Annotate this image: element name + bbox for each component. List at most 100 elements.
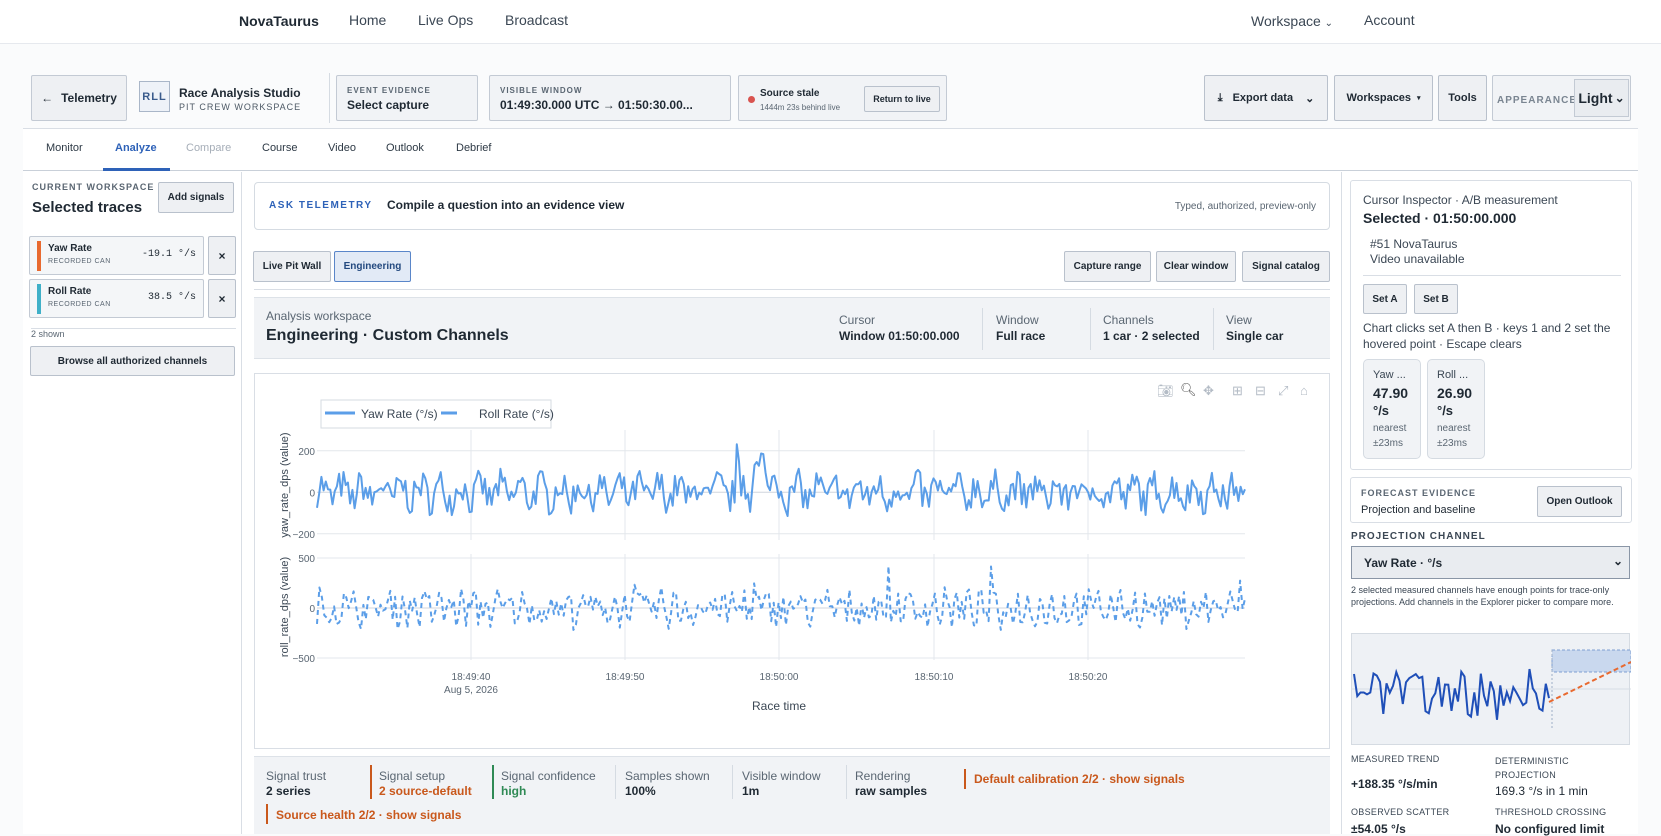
signal-catalog-button[interactable]: Signal catalog	[1242, 251, 1330, 282]
visible-window-label: VISIBLE WINDOW	[500, 86, 583, 95]
live-pit-wall-button[interactable]: Live Pit Wall	[253, 251, 331, 282]
download-icon: ⤓	[1217, 91, 1223, 104]
export-data-button[interactable]: ⤓ Export data ⌄	[1204, 75, 1328, 121]
default-calibration-link[interactable]: Default calibration 2/2 · show signals	[974, 772, 1185, 786]
divider	[254, 289, 1330, 290]
appearance-select[interactable]: Light ⌄	[1574, 79, 1629, 117]
measurement-value: 26.90	[1437, 385, 1473, 401]
workspace-header: Analysis workspace Engineering · Custom …	[254, 297, 1330, 359]
zoom-out-icon[interactable]: ⊟	[1255, 383, 1266, 398]
projection-band	[1551, 649, 1632, 673]
event-evidence-picker[interactable]: EVENT EVIDENCE Select capture	[336, 75, 478, 121]
tab-monitor[interactable]: Monitor	[46, 142, 83, 154]
divider	[846, 765, 847, 799]
x-axis-label: Race time	[752, 699, 806, 713]
tools-button[interactable]: Tools	[1438, 75, 1487, 121]
signal-setup-value[interactable]: 2 source-default	[379, 784, 472, 798]
camera-icon[interactable]: 📷︎	[1157, 383, 1174, 398]
home-icon[interactable]: ⌂	[1300, 383, 1308, 398]
projection-sparkline	[1351, 633, 1632, 745]
signal-row[interactable]: Yaw Rate RECORDED CAN -19.1 °/s	[29, 236, 204, 275]
projection-channel-label: PROJECTION CHANNEL	[1351, 531, 1486, 542]
legend-entry-roll: Roll Rate (°/s)	[479, 407, 554, 421]
projection-channel-select[interactable]: Yaw Rate · °/s ⌄	[1351, 546, 1630, 579]
chevron-down-icon: ⌄	[1305, 92, 1315, 105]
x-tick-label: 18:49:50	[606, 672, 645, 683]
workspace-menu-label: Workspace	[1251, 13, 1321, 29]
projection-value: 169.3 °/s in 1 min	[1495, 784, 1588, 798]
signal-source: RECORDED CAN	[48, 301, 111, 308]
y-tick-label: −500	[292, 654, 315, 665]
back-to-telemetry-button[interactable]: ← Telemetry	[31, 75, 127, 121]
divider	[1090, 308, 1091, 350]
left-panel: CURRENT WORKSPACE Selected traces Add si…	[23, 172, 242, 834]
signal-row[interactable]: Roll Rate RECORDED CAN 38.5 °/s	[29, 279, 204, 318]
zoom-icon[interactable]: 🔍︎	[1180, 382, 1197, 397]
chart-panel[interactable]: 📷︎ 🔍︎ ✥ ⊞ ⊟ ⤢ ⌂ Yaw Rate (°/s) Roll Rate…	[254, 373, 1330, 749]
measurement-card: Yaw ... 47.90 °/s nearest ±23ms	[1363, 359, 1421, 459]
main-content: ASK TELEMETRY Compile a question into an…	[252, 172, 1332, 834]
set-b-button[interactable]: Set B	[1414, 284, 1458, 314]
measurement-name: Roll ...	[1437, 369, 1469, 381]
tab-analyze[interactable]: Analyze	[115, 142, 157, 154]
view-label: View	[1226, 313, 1252, 327]
ask-telemetry-note: Typed, authorized, preview-only	[1174, 201, 1316, 212]
remove-signal-button[interactable]: ×	[208, 279, 236, 318]
event-evidence-label: EVENT EVIDENCE	[347, 86, 431, 95]
tab-debrief[interactable]: Debrief	[456, 142, 491, 154]
open-outlook-button[interactable]: Open Outlook	[1537, 486, 1622, 517]
workspaces-button[interactable]: Workspaces ▾	[1334, 75, 1433, 121]
divider	[1213, 308, 1214, 350]
rendering-value: raw samples	[855, 784, 928, 798]
appearance-panel: APPEARANCE Light ⌄	[1492, 75, 1631, 121]
y-tick-label: 200	[298, 447, 315, 458]
set-a-button[interactable]: Set A	[1363, 284, 1407, 314]
chevron-down-icon: ⌄	[1614, 91, 1625, 105]
signal-value: -19.1 °/s	[141, 249, 196, 260]
divider	[732, 765, 733, 799]
visible-window-picker[interactable]: VISIBLE WINDOW 01:49:30.000 UTC → 01:50:…	[489, 75, 731, 121]
workspace-menu[interactable]: Workspace ⌄	[1251, 13, 1333, 29]
pan-icon[interactable]: ✥	[1203, 383, 1214, 398]
analysis-workspace-label: Analysis workspace	[266, 309, 372, 323]
browse-channels-button[interactable]: Browse all authorized channels	[30, 346, 235, 376]
tab-course[interactable]: Course	[262, 142, 297, 154]
remove-signal-button[interactable]: ×	[208, 236, 236, 275]
y-axis-label: roll_rate_dps (value)	[279, 557, 291, 657]
measurement-card: Roll ... 26.90 °/s nearest ±23ms	[1427, 359, 1485, 459]
divider	[266, 804, 268, 824]
telemetry-chart[interactable]: 📷︎ 🔍︎ ✥ ⊞ ⊟ ⤢ ⌂ Yaw Rate (°/s) Roll Rate…	[255, 374, 1331, 750]
window-value: Full race	[996, 329, 1046, 343]
return-to-live-button[interactable]: Return to live	[864, 86, 940, 112]
clear-window-button[interactable]: Clear window	[1156, 251, 1236, 282]
tab-video[interactable]: Video	[328, 142, 356, 154]
engineering-button[interactable]: Engineering	[334, 251, 411, 282]
chevron-down-icon: ⌄	[1324, 18, 1334, 29]
brand-logo[interactable]: NovaTaurus	[239, 13, 319, 29]
tab-outlook[interactable]: Outlook	[386, 142, 424, 154]
signal-confidence-value: high	[501, 784, 527, 798]
ask-telemetry-bar[interactable]: ASK TELEMETRY Compile a question into an…	[254, 182, 1330, 230]
nav-home[interactable]: Home	[349, 12, 386, 28]
nav-account[interactable]: Account	[1364, 12, 1415, 28]
ask-telemetry-prompt[interactable]: Compile a question into an evidence view	[387, 198, 624, 212]
export-data-label: Export data	[1232, 92, 1294, 104]
zoom-in-icon[interactable]: ⊞	[1232, 383, 1243, 398]
divider	[1363, 275, 1621, 276]
workspaces-label: Workspaces	[1346, 92, 1412, 104]
nav-live-ops[interactable]: Live Ops	[418, 12, 473, 28]
source-behind: 1444m 23s behind live	[760, 103, 841, 112]
nav-broadcast[interactable]: Broadcast	[505, 12, 568, 28]
active-tab-indicator	[103, 168, 170, 171]
appearance-label: APPEARANCE	[1497, 95, 1578, 106]
measurement-unit: °/s	[1373, 403, 1390, 418]
shown-count: 2 shown	[31, 329, 65, 339]
y-tick-label: −200	[292, 530, 315, 541]
projection-chart	[1352, 649, 1632, 729]
add-signals-button[interactable]: Add signals	[158, 182, 234, 213]
autoscale-icon[interactable]: ⤢	[1278, 383, 1288, 398]
tab-bar: Monitor Analyze Compare Course Video Out…	[23, 131, 1638, 171]
visible-window-status-label: Visible window	[742, 769, 821, 783]
capture-range-button[interactable]: Capture range	[1064, 251, 1151, 282]
source-health-link[interactable]: Source health 2/2 · show signals	[276, 808, 461, 822]
